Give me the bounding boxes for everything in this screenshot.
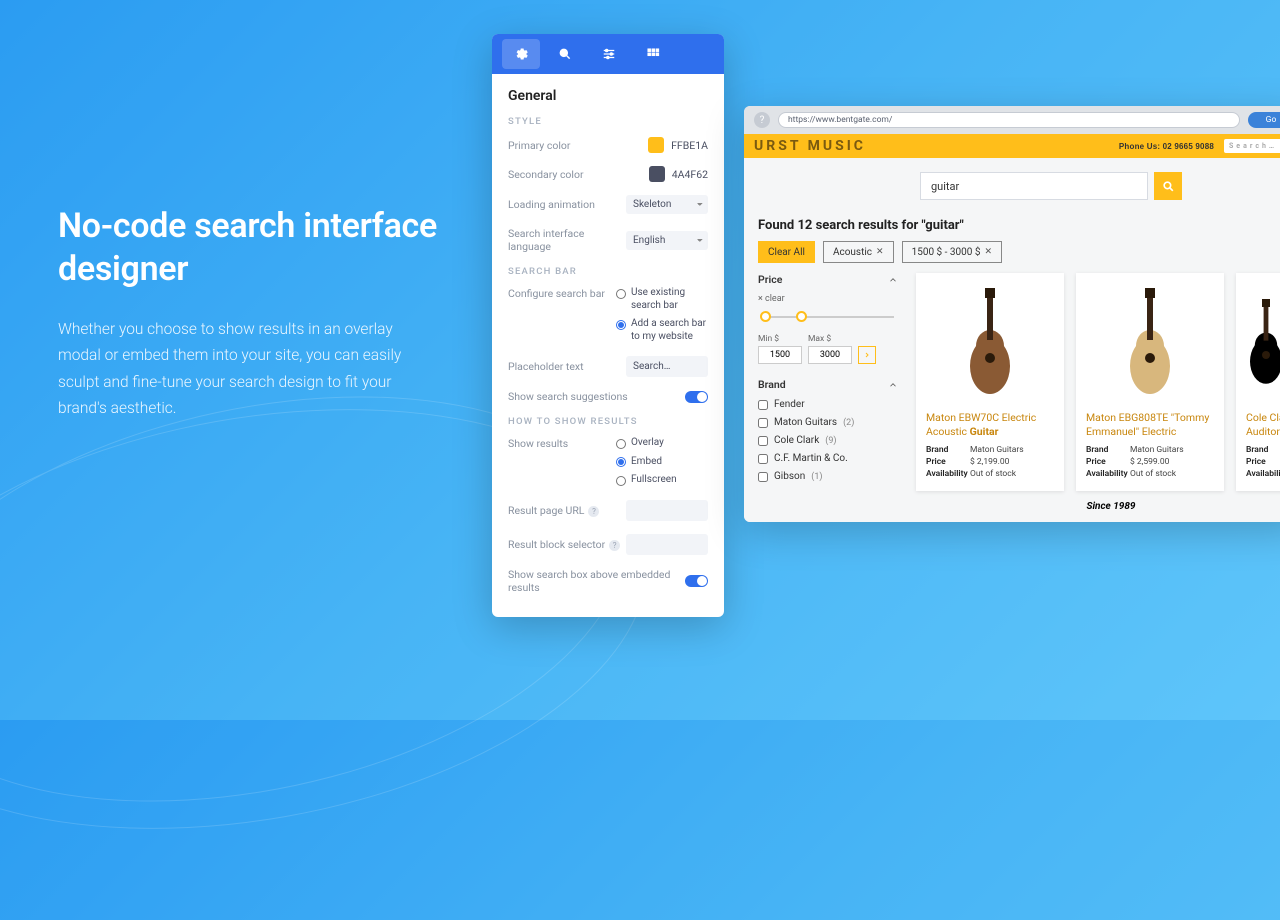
help-icon[interactable]: ? <box>609 540 620 551</box>
hero-title: No-code search interface designer <box>58 205 438 290</box>
brand-item[interactable]: Fender <box>758 399 898 410</box>
slider-thumb-max[interactable] <box>796 311 807 322</box>
since-text: Since 1989 <box>918 491 1280 522</box>
primary-color-label: Primary color <box>508 139 648 152</box>
primary-color-value: FFBE1A <box>671 139 708 152</box>
config-label: Configure search bar <box>508 287 616 300</box>
search-button[interactable] <box>1154 172 1182 200</box>
tab-layout[interactable] <box>634 39 672 69</box>
lang-select[interactable]: English <box>626 231 708 250</box>
lang-label: Search interface language <box>508 227 626 253</box>
secondary-color-label: Secondary color <box>508 168 649 181</box>
result-selector-label: Result block selector? <box>508 538 626 551</box>
min-input[interactable]: 1500 <box>758 346 802 364</box>
show-above-label: Show search box above embedded results <box>508 568 685 594</box>
result-url-input[interactable] <box>626 500 708 521</box>
designer-panel: General STYLE Primary color FFBE1A Secon… <box>492 34 724 617</box>
radio-overlay-label: Overlay <box>631 437 664 450</box>
designer-tabs <box>492 34 724 74</box>
how-to-show-heading: HOW TO SHOW RESULTS <box>508 416 708 427</box>
section-general-title: General <box>508 88 708 104</box>
chip-label: Acoustic <box>833 247 872 258</box>
min-label: Min $ <box>758 334 802 344</box>
brand-item[interactable]: Maton Guitars (2) <box>758 417 898 428</box>
tab-filters[interactable] <box>590 39 628 69</box>
radio-use-existing-label: Use existing search bar <box>631 287 708 312</box>
help-icon[interactable]: ? <box>588 506 599 517</box>
hero-body: Whether you choose to show results in an… <box>58 316 438 421</box>
style-heading: STYLE <box>508 116 708 127</box>
price-apply-button[interactable] <box>858 346 876 364</box>
chip-price-range[interactable]: 1500 $ - 3000 $✕ <box>902 241 1002 263</box>
header-search[interactable]: Search… <box>1224 139 1280 153</box>
radio-embed[interactable]: Embed <box>616 456 708 469</box>
placeholder-input[interactable] <box>626 356 708 377</box>
site-logo: URST MUSIC <box>754 138 866 154</box>
go-button[interactable]: Go <box>1248 112 1280 128</box>
loading-select[interactable]: Skeleton <box>626 195 708 214</box>
show-above-toggle[interactable] <box>685 575 708 587</box>
phone-text: Phone Us: 02 9665 9088 <box>1119 142 1214 151</box>
browser-preview: ? https://www.bentgate.com/ Go URST MUSI… <box>744 106 1280 522</box>
radio-overlay[interactable]: Overlay <box>616 437 708 450</box>
chip-label: 1500 $ - 3000 $ <box>912 247 981 258</box>
slider-thumb-min[interactable] <box>760 311 771 322</box>
radio-add-search-label: Add a search bar to my website <box>631 318 708 343</box>
result-url-label: Result page URL? <box>508 504 626 517</box>
chip-clear-all[interactable]: Clear All <box>758 241 815 263</box>
facet-brand-heading[interactable]: Brand <box>758 378 898 391</box>
site-header: URST MUSIC Phone Us: 02 9665 9088 Search… <box>744 134 1280 158</box>
radio-use-existing[interactable]: Use existing search bar <box>616 287 708 312</box>
facet-price-heading[interactable]: Price <box>758 273 898 286</box>
placeholder-label: Placeholder text <box>508 360 626 373</box>
close-icon[interactable]: ✕ <box>876 247 884 257</box>
radio-fullscreen[interactable]: Fullscreen <box>616 474 708 487</box>
tab-general[interactable] <box>502 39 540 69</box>
suggestions-label: Show search suggestions <box>508 390 685 403</box>
product-card[interactable]: Cole ClaAuditoriuBrandPriceAvailability <box>1236 273 1280 491</box>
show-results-label: Show results <box>508 437 616 450</box>
primary-color-swatch[interactable] <box>648 137 664 153</box>
brand-item[interactable]: Gibson (1) <box>758 471 898 482</box>
search-bar-heading: SEARCH BAR <box>508 266 708 277</box>
loading-label: Loading animation <box>508 198 626 211</box>
price-slider[interactable] <box>758 308 898 326</box>
search-input[interactable]: guitar <box>920 172 1148 200</box>
close-icon[interactable]: ✕ <box>984 247 992 257</box>
price-clear[interactable]: × clear <box>758 294 898 304</box>
product-card[interactable]: Maton EBW70C Electric Acoustic GuitarBra… <box>916 273 1064 491</box>
secondary-color-value: 4A4F62 <box>672 168 708 181</box>
brand-item[interactable]: Cole Clark (9) <box>758 435 898 446</box>
radio-embed-label: Embed <box>631 456 662 469</box>
secondary-color-swatch[interactable] <box>649 166 665 182</box>
radio-fullscreen-label: Fullscreen <box>631 474 677 487</box>
radio-add-search[interactable]: Add a search bar to my website <box>616 318 708 343</box>
facet-heading-label: Brand <box>758 378 786 391</box>
result-selector-input[interactable] <box>626 534 708 555</box>
product-card[interactable]: Maton EBG808TE "Tommy Emmanuel" Electric… <box>1076 273 1224 491</box>
url-field[interactable]: https://www.bentgate.com/ <box>778 112 1240 128</box>
chip-acoustic[interactable]: Acoustic ✕ <box>823 241 894 263</box>
facet-heading-label: Price <box>758 273 782 286</box>
brand-item[interactable]: C.F. Martin & Co. <box>758 453 898 464</box>
max-input[interactable]: 3000 <box>808 346 852 364</box>
max-label: Max $ <box>808 334 852 344</box>
suggestions-toggle[interactable] <box>685 391 708 403</box>
results-count-text: Found 12 search results for "guitar" <box>758 218 1280 233</box>
tab-search[interactable] <box>546 39 584 69</box>
browser-help-icon[interactable]: ? <box>754 112 770 128</box>
